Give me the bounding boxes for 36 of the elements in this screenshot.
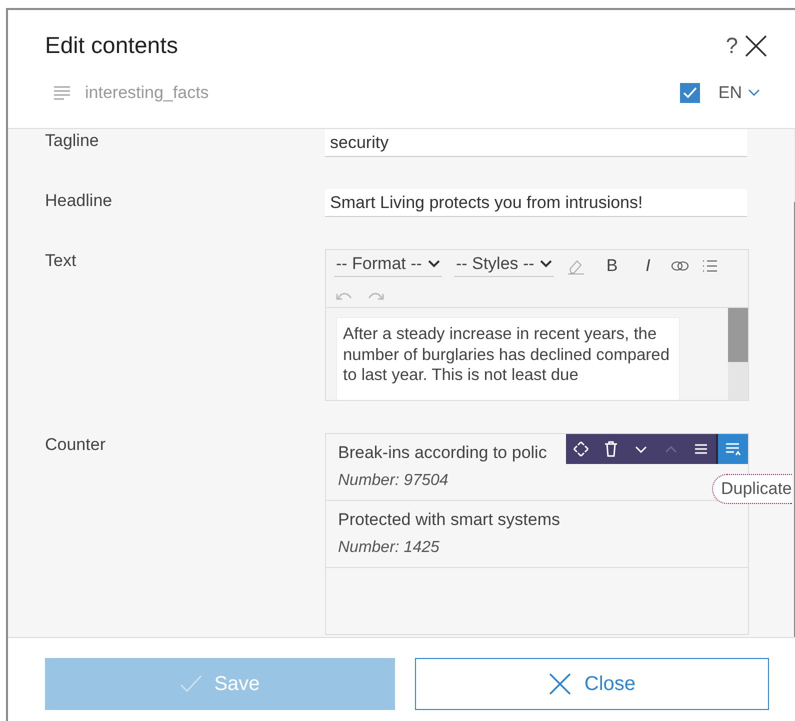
language-select[interactable]: EN xyxy=(718,83,742,103)
move-icon xyxy=(572,440,590,458)
styles-select[interactable]: -- Styles -- xyxy=(454,254,554,277)
close-icon[interactable] xyxy=(744,34,768,58)
link-icon[interactable] xyxy=(670,258,690,272)
close-button[interactable]: Close xyxy=(415,658,769,710)
caret-icon xyxy=(540,260,552,268)
checkbox[interactable] xyxy=(680,83,700,103)
content-name: interesting_facts xyxy=(85,83,210,103)
bold-button[interactable]: B xyxy=(598,256,626,276)
text-field[interactable]: security xyxy=(325,129,747,157)
list-icon[interactable] xyxy=(702,258,718,272)
chevron-down-icon xyxy=(748,89,760,97)
item-title: Protected with smart systems xyxy=(338,510,560,530)
item-title: Break-ins according to polic xyxy=(338,443,547,463)
chevron-up-icon xyxy=(665,446,677,452)
scrollbar-thumb xyxy=(728,308,748,362)
check-icon xyxy=(180,675,202,693)
caret-icon xyxy=(428,260,440,268)
field-label: Counter xyxy=(45,434,106,456)
chevron-down-icon xyxy=(635,446,647,452)
help-button[interactable]: ? xyxy=(726,32,738,58)
field-label: Headline xyxy=(45,190,114,212)
field-label: Text xyxy=(45,250,78,272)
tooltip: Duplicate xyxy=(712,474,792,504)
lines-icon xyxy=(53,86,71,100)
tool-button[interactable] xyxy=(716,434,748,464)
item-number: Number: 1425 xyxy=(338,539,440,557)
trash-icon xyxy=(602,440,620,458)
text-field[interactable]: Smart Living protects you from intrusions! xyxy=(325,189,747,217)
editor-text: After a steady increase in recent years, the number of burglaries has declined compared to last year. This is not least due xyxy=(336,317,680,400)
field-label: Tagline xyxy=(45,130,100,152)
format-select[interactable]: -- Format -- xyxy=(334,254,442,277)
close-icon xyxy=(548,672,572,696)
dialog-title: Edit contents xyxy=(45,32,179,59)
italic-button[interactable]: I xyxy=(638,256,658,276)
